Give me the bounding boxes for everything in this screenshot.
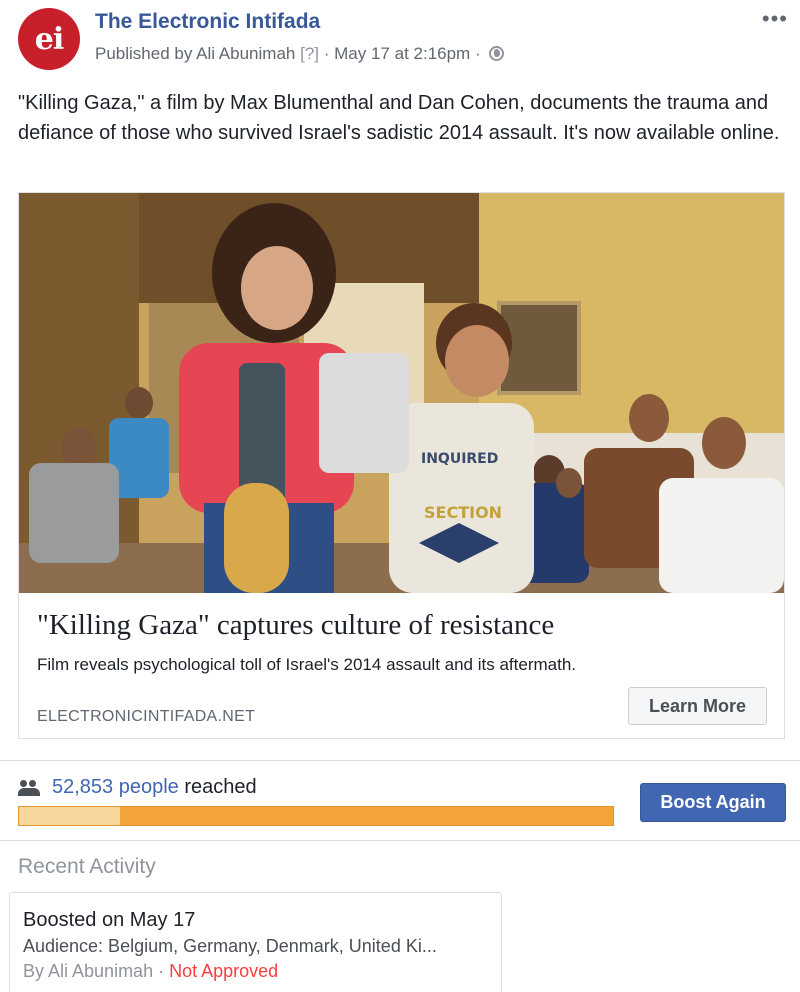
globe-icon[interactable]: [489, 46, 505, 61]
photo-illustration: INQUIRED SECTION: [19, 193, 784, 593]
section-divider: [0, 760, 800, 761]
learn-more-button[interactable]: Learn More: [628, 687, 767, 725]
link-preview-image[interactable]: INQUIRED SECTION: [19, 193, 784, 593]
post-meta: Published by Ali Abunimah [?] · May 17 a…: [95, 44, 505, 64]
link-title[interactable]: "Killing Gaza" captures culture of resis…: [37, 609, 554, 642]
published-by[interactable]: Published by Ali Abunimah: [95, 44, 295, 63]
reach-progress-fill: [19, 807, 120, 825]
people-icon: [18, 779, 40, 796]
link-domain: ELECTRONICINTIFADA.NET: [37, 708, 256, 725]
link-description: Film reveals psychological toll of Israe…: [37, 655, 576, 674]
reach-suffix: reached: [184, 776, 257, 798]
shirt-print-1: INQUIRED: [421, 451, 498, 467]
page-avatar[interactable]: ei: [18, 8, 80, 70]
recent-activity-heading: Recent Activity: [18, 855, 156, 878]
meta-separator: ·: [474, 44, 481, 63]
reach-summary: 52,853 people reached: [18, 776, 257, 799]
activity-item[interactable]: Boosted on May 17 Audience: Belgium, Ger…: [9, 892, 502, 992]
more-options-icon[interactable]: •••: [762, 6, 788, 32]
activity-audience: Audience: Belgium, Germany, Denmark, Uni…: [23, 936, 437, 956]
boost-again-button[interactable]: Boost Again: [640, 783, 786, 822]
post-header: ei The Electronic Intifada Published by …: [0, 0, 800, 80]
link-preview-card[interactable]: INQUIRED SECTION "Killing Gaza" captures…: [18, 192, 785, 739]
activity-status[interactable]: Not Approved: [169, 961, 278, 981]
activity-byline: By Ali Abunimah · Not Approved: [23, 961, 278, 982]
meta-separator: ·: [323, 44, 330, 63]
section-divider: [0, 840, 800, 841]
avatar-logo-text: ei: [34, 21, 65, 57]
reach-progress-bar: [18, 806, 614, 826]
post-date-link[interactable]: May 17 at 2:16pm: [334, 44, 470, 63]
activity-author: By Ali Abunimah: [23, 961, 154, 981]
activity-separator: ·: [158, 961, 165, 981]
page-name-link[interactable]: The Electronic Intifada: [95, 10, 320, 34]
shirt-print-2: SECTION: [424, 503, 502, 522]
post-message: "Killing Gaza," a film by Max Blumenthal…: [18, 92, 780, 144]
reach-count-link[interactable]: 52,853 people: [52, 776, 179, 799]
activity-title: Boosted on May 17: [23, 909, 196, 931]
help-link[interactable]: [?]: [300, 44, 319, 63]
